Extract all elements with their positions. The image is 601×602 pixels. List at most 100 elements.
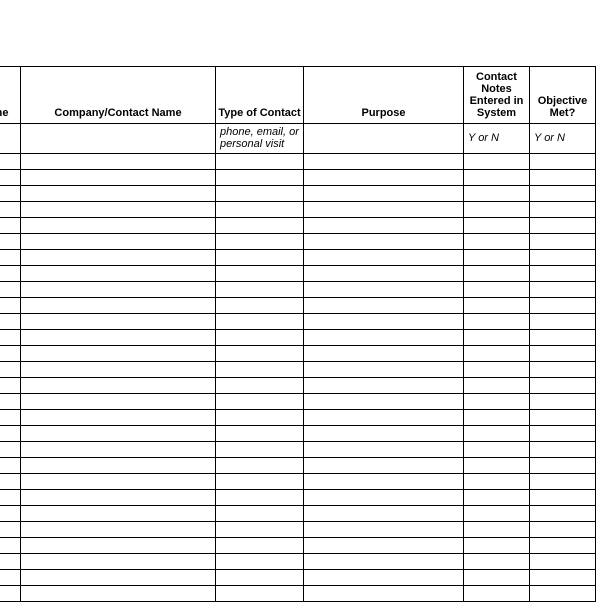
header-notes-entered: Contact Notes Entered in System: [464, 67, 530, 124]
cell: [464, 185, 530, 201]
cell: [464, 473, 530, 489]
cell: [530, 585, 596, 601]
cell: [304, 313, 464, 329]
header-company-contact: Company/Contact Name: [21, 67, 216, 124]
cell: [464, 425, 530, 441]
contact-log-table: me Company/Contact Name Type of Contact …: [0, 66, 596, 602]
table-row: [0, 505, 596, 521]
cell: [530, 457, 596, 473]
subheader-notes-entered: Y or N: [464, 124, 530, 153]
cell: [464, 169, 530, 185]
cell: [530, 489, 596, 505]
cell: [530, 521, 596, 537]
cell: [216, 457, 304, 473]
cell: [304, 473, 464, 489]
cell: [21, 185, 216, 201]
table-row: [0, 201, 596, 217]
cell: [464, 393, 530, 409]
cell: [304, 585, 464, 601]
cell: [464, 489, 530, 505]
cell: [21, 201, 216, 217]
table-row: [0, 153, 596, 169]
cell: [464, 217, 530, 233]
cell: [304, 457, 464, 473]
cell: [304, 329, 464, 345]
cell: [0, 489, 21, 505]
table-row: [0, 185, 596, 201]
table-row: [0, 345, 596, 361]
cell: [530, 169, 596, 185]
cell: [0, 537, 21, 553]
cell: [304, 441, 464, 457]
cell: [0, 441, 21, 457]
cell: [464, 201, 530, 217]
cell: [304, 153, 464, 169]
cell: [464, 329, 530, 345]
cell: [216, 265, 304, 281]
cell: [464, 409, 530, 425]
cell: [216, 313, 304, 329]
cell: [21, 409, 216, 425]
cell: [530, 217, 596, 233]
cell: [530, 553, 596, 569]
table-row: [0, 313, 596, 329]
cell: [21, 505, 216, 521]
cell: [464, 233, 530, 249]
cell: [530, 361, 596, 377]
cell: [216, 569, 304, 585]
cell: [464, 505, 530, 521]
cell: [21, 393, 216, 409]
cell: [216, 377, 304, 393]
cell: [530, 233, 596, 249]
cell: [0, 377, 21, 393]
cell: [0, 265, 21, 281]
cell: [304, 505, 464, 521]
cell: [304, 425, 464, 441]
cell: [304, 265, 464, 281]
cell: [464, 297, 530, 313]
cell: [21, 425, 216, 441]
cell: [0, 553, 21, 569]
table-row: [0, 489, 596, 505]
cell: [304, 281, 464, 297]
cell: [21, 569, 216, 585]
cell: [216, 361, 304, 377]
cell: [0, 233, 21, 249]
cell: [304, 537, 464, 553]
table-row: [0, 233, 596, 249]
cell: [216, 345, 304, 361]
cell: [464, 537, 530, 553]
cell: [304, 377, 464, 393]
cell: [216, 505, 304, 521]
cell: [21, 169, 216, 185]
cell: [21, 361, 216, 377]
cell: [0, 249, 21, 265]
contact-log-sheet: me Company/Contact Name Type of Contact …: [0, 66, 590, 602]
cell: [0, 473, 21, 489]
table-row: [0, 377, 596, 393]
cell: [0, 313, 21, 329]
cell: [530, 425, 596, 441]
cell: [464, 265, 530, 281]
cell: [0, 425, 21, 441]
cell: [464, 249, 530, 265]
cell: [216, 553, 304, 569]
cell: [0, 505, 21, 521]
cell: [21, 457, 216, 473]
cell: [304, 409, 464, 425]
cell: [21, 473, 216, 489]
cell: [464, 553, 530, 569]
header-purpose: Purpose: [304, 67, 464, 124]
cell: [464, 361, 530, 377]
cell: [304, 361, 464, 377]
cell: [21, 249, 216, 265]
subheader-row: phone, email, or personal visit Y or N Y…: [0, 124, 596, 153]
header-row: me Company/Contact Name Type of Contact …: [0, 67, 596, 124]
table-row: [0, 425, 596, 441]
cell: [464, 457, 530, 473]
cell: [530, 249, 596, 265]
cell: [530, 329, 596, 345]
cell: [530, 537, 596, 553]
cell: [464, 313, 530, 329]
cell: [304, 521, 464, 537]
